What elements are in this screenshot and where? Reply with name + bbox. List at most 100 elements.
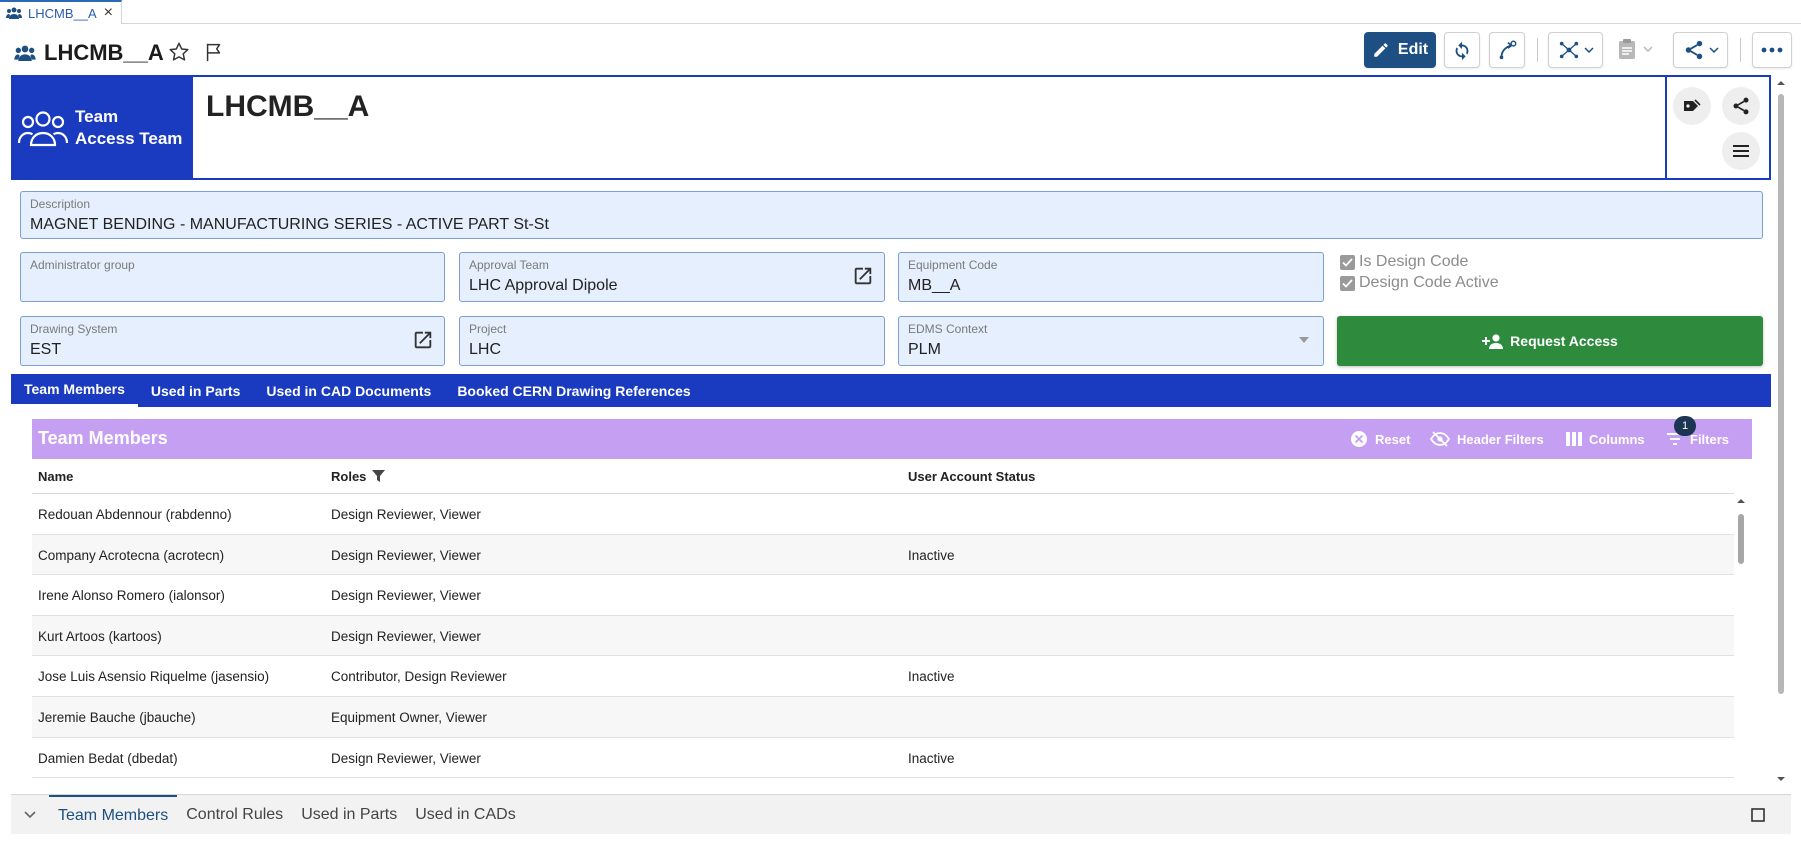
pencil-icon — [1372, 41, 1390, 59]
approval-team-label: Approval Team — [469, 258, 549, 272]
checkmark-icon — [1340, 275, 1355, 291]
administrator-group-label: Administrator group — [30, 258, 135, 272]
table-row[interactable]: Kurt Artoos (kartoos) Design Reviewer, V… — [32, 615, 1734, 657]
request-access-label: Request Access — [1510, 333, 1618, 349]
table-row[interactable]: Jose Luis Asensio Riquelme (jasensio) Co… — [32, 656, 1734, 697]
add-person-icon — [1482, 333, 1504, 349]
chevron-down-icon — [1583, 45, 1594, 55]
workflow-button[interactable] — [1489, 32, 1525, 68]
description-label: Description — [30, 197, 91, 211]
design-code-active-label: Design Code Active — [1359, 274, 1499, 291]
bottom-tab-used-in-cads[interactable]: Used in CADs — [406, 795, 524, 835]
page-scrollbar[interactable] — [1774, 78, 1788, 786]
is-design-code-checkbox[interactable]: Is Design Code — [1340, 253, 1468, 271]
member-status: Inactive — [908, 750, 955, 766]
chevron-down-icon — [1643, 44, 1653, 54]
cancel-circle-icon — [1350, 430, 1368, 448]
project-value: LHC — [469, 341, 502, 358]
document-tab-strip — [0, 0, 1801, 24]
filters-label: Filters — [1690, 431, 1730, 447]
object-type-line1: Team — [75, 106, 119, 126]
document-tab[interactable]: LHCMB__A × — [0, 0, 122, 24]
maximize-icon[interactable] — [1751, 807, 1765, 822]
column-header-roles[interactable]: Roles — [331, 469, 386, 484]
columns-label: Columns — [1589, 431, 1645, 447]
member-roles: Contributor, Design Reviewer — [331, 669, 507, 685]
design-code-active-checkbox[interactable]: Design Code Active — [1340, 274, 1499, 292]
drawing-system-label: Drawing System — [30, 322, 118, 336]
equipment-code-label: Equipment Code — [908, 258, 998, 272]
flag-icon[interactable] — [203, 41, 225, 63]
refresh-button[interactable] — [1444, 32, 1480, 68]
share-icon — [1683, 39, 1705, 61]
member-roles: Design Reviewer, Viewer — [331, 547, 481, 563]
member-status: Inactive — [908, 547, 955, 563]
team-icon — [17, 108, 69, 148]
member-roles: Equipment Owner, Viewer — [331, 709, 487, 725]
star-icon[interactable] — [168, 41, 190, 63]
tab-booked-cern-drawing-references[interactable]: Booked CERN Drawing References — [444, 374, 703, 407]
table-scrollbar[interactable] — [1734, 494, 1748, 784]
bottom-tab-control-rules[interactable]: Control Rules — [177, 795, 292, 835]
column-header-name[interactable]: Name — [38, 469, 73, 484]
request-access-button[interactable]: Request Access — [1337, 316, 1763, 366]
share-menu-button[interactable] — [1673, 32, 1728, 68]
edit-button[interactable]: Edit — [1364, 32, 1436, 68]
project-field[interactable]: Project LHC — [459, 316, 885, 366]
table-row[interactable]: Damien Bedat (dbedat) Design Reviewer, V… — [32, 738, 1734, 779]
eye-off-icon — [1430, 431, 1450, 447]
tab-used-in-cad-documents[interactable]: Used in CAD Documents — [253, 374, 444, 407]
reset-label: Reset — [1375, 431, 1411, 447]
toolbar-separator — [1537, 38, 1538, 62]
team-members-title: Team Members — [38, 428, 168, 448]
menu-button[interactable] — [1722, 132, 1760, 170]
share-button[interactable] — [1722, 87, 1760, 125]
tab-team-members[interactable]: Team Members — [11, 374, 138, 407]
document-tab-label: LHCMB__A — [28, 5, 97, 21]
team-icon — [6, 7, 22, 19]
tag-button[interactable] — [1673, 87, 1711, 125]
is-design-code-label: Is Design Code — [1359, 253, 1469, 270]
member-roles: Design Reviewer, Viewer — [331, 507, 481, 522]
open-external-icon[interactable] — [412, 329, 434, 351]
bottom-panel-bar: Team Members Control Rules Used in Parts… — [11, 794, 1791, 834]
description-field[interactable]: Description MAGNET BENDING - MANUFACTURI… — [20, 191, 1763, 239]
tab-used-in-parts[interactable]: Used in Parts — [138, 374, 253, 407]
approval-team-value: LHC Approval Dipole — [469, 277, 618, 294]
more-actions-button[interactable] — [1752, 32, 1792, 68]
object-type-badge: Team Access Team — [11, 75, 193, 180]
open-external-icon[interactable] — [852, 265, 874, 287]
refresh-icon — [1451, 39, 1473, 61]
table-row[interactable]: Redouan Abdennour (rabdenno) Design Revi… — [32, 494, 1734, 535]
more-horizontal-icon — [1761, 46, 1783, 54]
bottom-tab-team-members[interactable]: Team Members — [49, 794, 178, 835]
header-filters-button[interactable]: Header Filters — [1430, 429, 1544, 449]
drawing-system-field[interactable]: Drawing System EST — [20, 316, 445, 366]
equipment-code-value: MB__A — [908, 277, 961, 294]
route-icon — [1496, 39, 1518, 61]
hamburger-icon — [1732, 144, 1750, 158]
header-filters-label: Header Filters — [1457, 431, 1544, 447]
approval-team-field[interactable]: Approval Team LHC Approval Dipole — [459, 252, 885, 302]
clipboard-icon — [1617, 38, 1637, 60]
structure-menu-button[interactable] — [1548, 32, 1603, 68]
page-title: LHCMB__A — [44, 40, 164, 65]
chevron-down-icon[interactable] — [11, 810, 49, 819]
member-roles: Design Reviewer, Viewer — [331, 628, 481, 644]
table-row[interactable]: Irene Alonso Romero (ialonsor) Design Re… — [32, 575, 1734, 616]
column-header-user-account-status[interactable]: User Account Status — [908, 469, 1035, 484]
toolbar-separator — [1740, 38, 1741, 62]
close-icon[interactable]: × — [104, 4, 113, 22]
reset-button[interactable]: Reset — [1350, 429, 1410, 449]
caret-down-icon — [1299, 337, 1309, 343]
table-row[interactable]: Company Acrotecna (acrotecn) Design Revi… — [32, 534, 1734, 576]
edms-context-select[interactable]: EDMS Context PLM — [898, 316, 1324, 366]
columns-button[interactable]: Columns — [1566, 429, 1645, 449]
object-name: LHCMB__A — [206, 90, 370, 123]
bottom-tab-used-in-parts[interactable]: Used in Parts — [292, 795, 406, 835]
table-row[interactable]: Jeremie Bauche (jbauche) Equipment Owner… — [32, 696, 1734, 738]
administrator-group-field[interactable]: Administrator group — [20, 252, 445, 302]
share-icon — [1731, 96, 1751, 116]
equipment-code-field[interactable]: Equipment Code MB__A — [898, 252, 1324, 302]
filter-icon[interactable] — [372, 470, 386, 483]
